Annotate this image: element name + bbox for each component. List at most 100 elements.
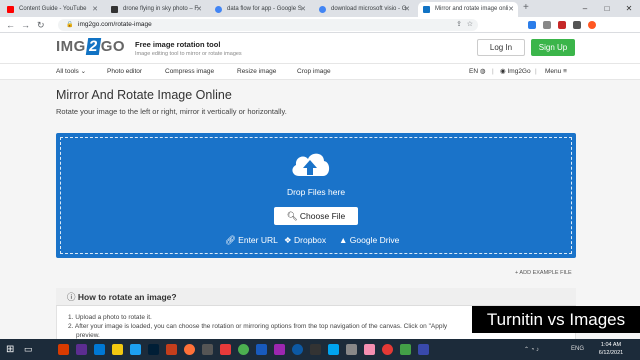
app-icon[interactable] bbox=[58, 344, 69, 355]
app-icon[interactable] bbox=[76, 344, 87, 355]
url-input[interactable]: 🔒 img2go.com/rotate-image ⇪ ☆ bbox=[58, 19, 478, 31]
app-icon[interactable] bbox=[202, 344, 213, 355]
word-icon[interactable] bbox=[256, 344, 267, 355]
app-icon[interactable] bbox=[418, 344, 429, 355]
choose-file-label: Choose File bbox=[299, 211, 346, 221]
tab-title: Content Guide - YouTube bbox=[19, 6, 87, 12]
app-icon[interactable] bbox=[382, 344, 393, 355]
google-drive-icon: ▲ bbox=[339, 235, 348, 245]
windows-start-icon[interactable]: ⊞ bbox=[6, 344, 14, 355]
google-drive-label: Google Drive bbox=[349, 235, 400, 245]
tab-title: data flow for app - Google S bbox=[227, 6, 302, 12]
login-button[interactable]: Log In bbox=[477, 39, 525, 56]
info-icon: ⓘ bbox=[67, 292, 76, 302]
reload-icon[interactable]: ↻ bbox=[37, 19, 45, 31]
add-example-file-link[interactable]: + ADD EXAMPLE FILE bbox=[515, 270, 572, 276]
tab-close-icon[interactable]: ✕ bbox=[300, 2, 306, 17]
user-icon: ◉ bbox=[500, 68, 506, 75]
tab-title: download microsoft visio - G bbox=[331, 6, 407, 12]
globe-icon: ◍ bbox=[479, 68, 486, 75]
share-icon[interactable]: ⇪ bbox=[456, 19, 462, 31]
extension-icon[interactable] bbox=[528, 21, 536, 29]
task-view-icon[interactable]: ▭ bbox=[24, 344, 33, 355]
system-clock[interactable]: 1:04 AM 6/12/2021 bbox=[591, 341, 631, 357]
how-to-header[interactable]: ⓘ How to rotate an image? bbox=[56, 288, 576, 306]
img2go-logo[interactable]: IMG 2 GO bbox=[56, 38, 125, 58]
tab-close-icon[interactable]: ✕ bbox=[92, 2, 98, 17]
tab-data-flow[interactable]: data flow for app - Google S ✕ bbox=[210, 2, 310, 17]
tab-title: Mirror and rotate image onli bbox=[435, 6, 509, 12]
forward-icon[interactable]: → bbox=[21, 19, 30, 31]
app-icon[interactable] bbox=[220, 344, 231, 355]
app-icon[interactable] bbox=[328, 344, 339, 355]
tab-close-icon[interactable]: ✕ bbox=[404, 2, 410, 17]
site-favicon-icon bbox=[111, 6, 118, 13]
tab-img2go[interactable]: Mirror and rotate image onli ✕ bbox=[418, 2, 518, 17]
tab-close-icon[interactable]: ✕ bbox=[508, 2, 514, 17]
how-to-step: preview. bbox=[76, 332, 100, 339]
back-icon[interactable]: ← bbox=[6, 19, 15, 31]
menu-button[interactable]: Menu ≡ bbox=[545, 64, 567, 79]
url-text: img2go.com/rotate-image bbox=[78, 21, 152, 28]
folder-icon[interactable] bbox=[112, 344, 123, 355]
tab-youtube[interactable]: Content Guide - YouTube ✕ bbox=[2, 2, 102, 17]
extension-icon[interactable] bbox=[573, 21, 581, 29]
app-icon[interactable] bbox=[94, 344, 105, 355]
signup-button[interactable]: Sign Up bbox=[531, 39, 575, 56]
minimize-button[interactable]: – bbox=[574, 0, 596, 17]
youtube-favicon-icon bbox=[7, 6, 14, 13]
video-caption-overlay: Turnitin vs Images bbox=[472, 306, 640, 333]
app-icon[interactable] bbox=[400, 344, 411, 355]
cloud-upload-icon bbox=[292, 153, 330, 176]
clock-time: 1:04 AM bbox=[600, 342, 622, 348]
tray-icons[interactable]: ⌃ ◔ ♪ bbox=[524, 346, 539, 353]
tab-visio[interactable]: download microsoft visio - G ✕ bbox=[314, 2, 414, 17]
menu-label: Menu bbox=[545, 68, 562, 75]
dropbox-icon: ❖ bbox=[284, 235, 292, 245]
photoshop-icon[interactable] bbox=[148, 344, 159, 355]
nav-resize-image[interactable]: Resize image bbox=[237, 64, 276, 79]
google-favicon-icon bbox=[215, 6, 222, 13]
chrome-icon[interactable] bbox=[238, 344, 249, 355]
firefox-icon[interactable] bbox=[184, 344, 195, 355]
nav-label: All tools bbox=[56, 68, 79, 75]
img2go-link[interactable]: ◉ Img2Go bbox=[500, 64, 531, 79]
enter-url-button[interactable]: 🔗︎ Enter URL bbox=[225, 235, 278, 246]
logo-text: IMG bbox=[56, 38, 86, 55]
tagline-title: Free image rotation tool bbox=[135, 40, 221, 49]
enter-url-label: Enter URL bbox=[238, 235, 278, 245]
extension-icon[interactable] bbox=[588, 21, 596, 29]
app-icon[interactable] bbox=[130, 344, 141, 355]
tab-close-icon[interactable]: ✕ bbox=[196, 2, 202, 17]
address-bar-row: ← → ↻ 🔒 img2go.com/rotate-image ⇪ ☆ ⋮ bbox=[0, 17, 640, 51]
app-icon[interactable] bbox=[346, 344, 357, 355]
app-icon[interactable] bbox=[274, 344, 285, 355]
tab-drone-photo[interactable]: drone flying in sky photo – F ✕ bbox=[106, 2, 206, 17]
clock-date: 6/12/2021 bbox=[598, 350, 624, 356]
new-tab-button[interactable]: + bbox=[523, 2, 529, 13]
nav-all-tools[interactable]: All tools ⌄ bbox=[56, 64, 86, 79]
app-icon[interactable] bbox=[166, 344, 177, 355]
nav-divider: | bbox=[492, 68, 494, 75]
google-drive-button[interactable]: ▲ Google Drive bbox=[339, 235, 399, 245]
language-indicator[interactable]: ENG bbox=[571, 346, 584, 352]
extension-icon[interactable] bbox=[543, 21, 551, 29]
logo-text: GO bbox=[100, 38, 126, 55]
tagline-subtitle: Image editing tool to mirror or rotate i… bbox=[135, 51, 242, 57]
site-nav: All tools ⌄ Photo editor Compress image … bbox=[0, 63, 640, 80]
nav-photo-editor[interactable]: Photo editor bbox=[107, 64, 142, 79]
maximize-button[interactable]: □ bbox=[596, 0, 618, 17]
language-selector[interactable]: EN ◍ bbox=[469, 64, 486, 79]
nav-compress-image[interactable]: Compress image bbox=[165, 64, 214, 79]
page-subtitle: Rotate your image to the left or right, … bbox=[56, 107, 287, 116]
extension-icon[interactable] bbox=[558, 21, 566, 29]
bookmark-star-icon[interactable]: ☆ bbox=[467, 19, 473, 31]
app-icon[interactable] bbox=[310, 344, 321, 355]
edge-icon[interactable] bbox=[292, 344, 303, 355]
choose-file-button[interactable]: 🔍︎ Choose File bbox=[274, 207, 358, 225]
tab-title: drone flying in sky photo – F bbox=[123, 6, 199, 12]
app-icon[interactable] bbox=[364, 344, 375, 355]
dropbox-button[interactable]: ❖ Dropbox bbox=[284, 235, 326, 246]
nav-crop-image[interactable]: Crop image bbox=[297, 64, 331, 79]
close-window-button[interactable]: ✕ bbox=[618, 0, 640, 17]
